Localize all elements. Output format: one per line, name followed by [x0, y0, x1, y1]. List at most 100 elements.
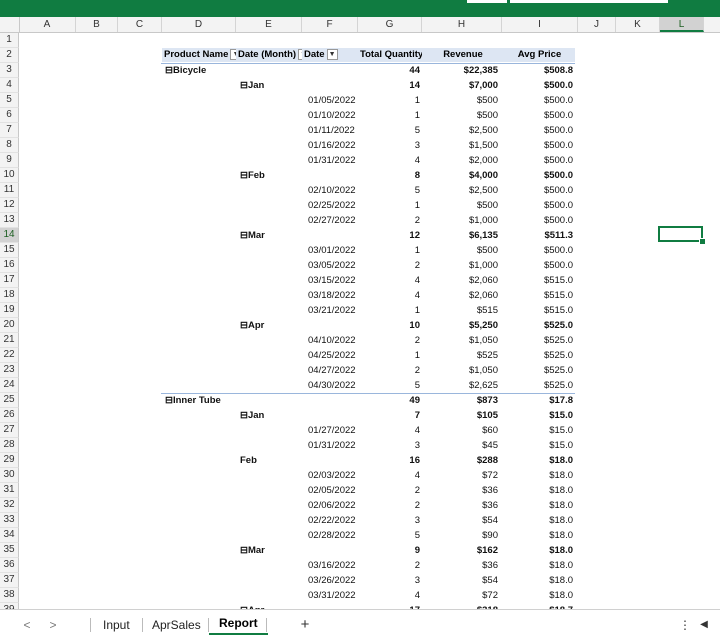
prev-sheet-button[interactable]: < [20, 615, 34, 635]
revenue-cell[interactable]: $1,000 [422, 213, 498, 228]
avg-price-cell[interactable]: $500.0 [502, 123, 573, 138]
revenue-cell[interactable]: $500 [422, 243, 498, 258]
worksheet-grid[interactable]: 12Product Name▼Date (Month)▼Date▼Total Q… [0, 33, 720, 609]
quantity-cell[interactable]: 3 [358, 138, 420, 153]
pivot-month-label[interactable]: ⊟Apr [240, 318, 264, 333]
quantity-cell[interactable]: 9 [358, 543, 420, 558]
pivot-date-cell[interactable]: 02/27/2022 [308, 213, 356, 228]
pivot-date-cell[interactable]: 01/31/2022 [308, 153, 356, 168]
row-header[interactable]: 29 [0, 453, 19, 468]
row-header[interactable]: 1 [0, 33, 19, 48]
row-header[interactable]: 30 [0, 468, 19, 483]
quantity-cell[interactable]: 4 [358, 423, 420, 438]
avg-price-cell[interactable]: $525.0 [502, 378, 573, 393]
quantity-cell[interactable]: 3 [358, 438, 420, 453]
quantity-cell[interactable]: 5 [358, 183, 420, 198]
quantity-cell[interactable]: 49 [358, 393, 420, 408]
pivot-date-cell[interactable]: 03/15/2022 [308, 273, 356, 288]
revenue-cell[interactable]: $288 [422, 453, 498, 468]
quantity-cell[interactable]: 1 [358, 198, 420, 213]
column-header-f[interactable]: F [302, 17, 358, 32]
column-header-d[interactable]: D [162, 17, 236, 32]
row-header[interactable]: 12 [0, 198, 19, 213]
add-sheet-button[interactable]: + [298, 615, 312, 635]
row-header[interactable]: 28 [0, 438, 19, 453]
revenue-cell[interactable]: $500 [422, 108, 498, 123]
column-header-k[interactable]: K [616, 17, 660, 32]
row-header[interactable]: 3 [0, 63, 19, 78]
row-header[interactable]: 23 [0, 363, 19, 378]
avg-price-cell[interactable]: $515.0 [502, 288, 573, 303]
avg-price-cell[interactable]: $18.0 [502, 498, 573, 513]
quantity-cell[interactable]: 1 [358, 348, 420, 363]
row-header[interactable]: 10 [0, 168, 19, 183]
avg-price-cell[interactable]: $500.0 [502, 108, 573, 123]
revenue-cell[interactable]: $162 [422, 543, 498, 558]
quantity-cell[interactable]: 10 [358, 318, 420, 333]
revenue-cell[interactable]: $2,625 [422, 378, 498, 393]
avg-price-cell[interactable]: $18.0 [502, 513, 573, 528]
pivot-header-avg-price[interactable]: Avg Price [502, 48, 575, 62]
quantity-cell[interactable]: 2 [358, 363, 420, 378]
column-header-g[interactable]: G [358, 17, 422, 32]
pivot-date-cell[interactable]: 02/05/2022 [308, 483, 356, 498]
pivot-date-cell[interactable]: 03/31/2022 [308, 588, 356, 603]
more-options-icon[interactable]: ⋮ [678, 615, 692, 635]
next-sheet-button[interactable]: > [46, 615, 60, 635]
quantity-cell[interactable]: 8 [358, 168, 420, 183]
row-header[interactable]: 4 [0, 78, 19, 93]
quantity-cell[interactable]: 2 [358, 258, 420, 273]
column-header-i[interactable]: I [502, 17, 578, 32]
quantity-cell[interactable]: 1 [358, 108, 420, 123]
quantity-cell[interactable]: 44 [358, 63, 420, 78]
quantity-cell[interactable]: 4 [358, 273, 420, 288]
quantity-cell[interactable]: 5 [358, 378, 420, 393]
revenue-cell[interactable]: $1,500 [422, 138, 498, 153]
row-header[interactable]: 37 [0, 573, 19, 588]
select-all-corner[interactable] [0, 17, 20, 32]
pivot-header-revenue[interactable]: Revenue [422, 48, 502, 62]
revenue-cell[interactable]: $515 [422, 303, 498, 318]
avg-price-cell[interactable]: $18.0 [502, 588, 573, 603]
revenue-cell[interactable]: $4,000 [422, 168, 498, 183]
row-header[interactable]: 34 [0, 528, 19, 543]
revenue-cell[interactable]: $525 [422, 348, 498, 363]
avg-price-cell[interactable]: $18.0 [502, 453, 573, 468]
row-header[interactable]: 25 [0, 393, 19, 408]
revenue-cell[interactable]: $873 [422, 393, 498, 408]
quantity-cell[interactable]: 4 [358, 468, 420, 483]
revenue-cell[interactable]: $1,050 [422, 333, 498, 348]
quantity-cell[interactable]: 5 [358, 528, 420, 543]
revenue-cell[interactable]: $36 [422, 498, 498, 513]
pivot-date-cell[interactable]: 04/25/2022 [308, 348, 356, 363]
revenue-cell[interactable]: $2,500 [422, 123, 498, 138]
row-header[interactable]: 19 [0, 303, 19, 318]
pivot-date-cell[interactable]: 04/30/2022 [308, 378, 356, 393]
pivot-date-cell[interactable]: 03/01/2022 [308, 243, 356, 258]
avg-price-cell[interactable]: $15.0 [502, 408, 573, 423]
fill-handle[interactable] [699, 238, 706, 245]
row-header[interactable]: 13 [0, 213, 19, 228]
avg-price-cell[interactable]: $525.0 [502, 318, 573, 333]
pivot-date-cell[interactable]: 01/27/2022 [308, 423, 356, 438]
pivot-date-cell[interactable]: 01/31/2022 [308, 438, 356, 453]
revenue-cell[interactable]: $54 [422, 513, 498, 528]
revenue-cell[interactable]: $72 [422, 588, 498, 603]
revenue-cell[interactable]: $22,385 [422, 63, 498, 78]
revenue-cell[interactable]: $45 [422, 438, 498, 453]
pivot-date-cell[interactable]: 02/03/2022 [308, 468, 356, 483]
quantity-cell[interactable]: 3 [358, 573, 420, 588]
revenue-cell[interactable]: $54 [422, 573, 498, 588]
pivot-date-cell[interactable]: 03/26/2022 [308, 573, 356, 588]
quantity-cell[interactable]: 5 [358, 123, 420, 138]
pivot-header-quantity[interactable]: Total Quantity [358, 48, 423, 62]
revenue-cell[interactable]: $500 [422, 198, 498, 213]
revenue-cell[interactable]: $36 [422, 558, 498, 573]
avg-price-cell[interactable]: $515.0 [502, 303, 573, 318]
pivot-date-cell[interactable]: 02/25/2022 [308, 198, 356, 213]
scroll-left-icon[interactable]: ◀ [697, 615, 711, 635]
row-header[interactable]: 2 [0, 48, 19, 63]
row-header[interactable]: 35 [0, 543, 19, 558]
avg-price-cell[interactable]: $500.0 [502, 93, 573, 108]
sheet-tab-report[interactable]: Report [209, 613, 268, 635]
